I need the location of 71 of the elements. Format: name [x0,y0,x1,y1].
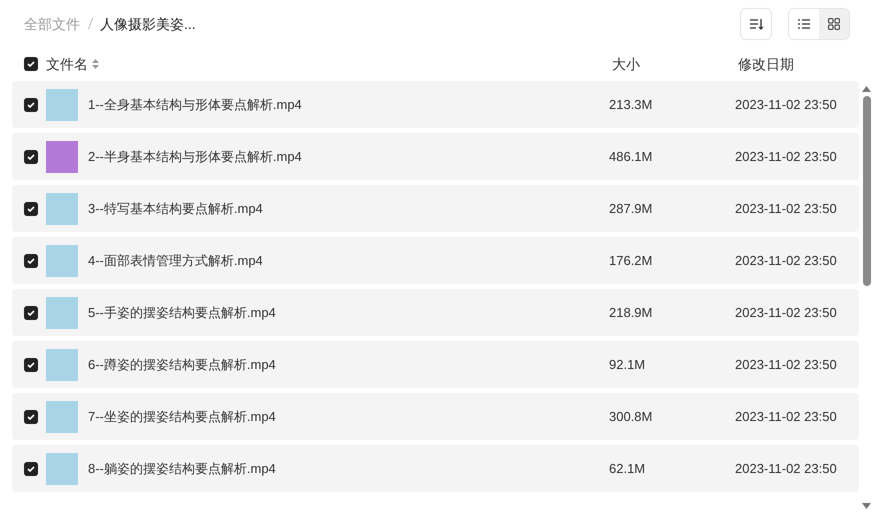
modified-date: 2023-11-02 23:50 [735,252,838,270]
file-name[interactable]: 8--躺姿的摆姿结构要点解析.mp4 [88,458,609,478]
file-name[interactable]: 5--手姿的摆姿结构要点解析.mp4 [88,302,609,322]
file-size: 92.1M [609,356,646,374]
checkmark-icon [27,204,35,212]
checkbox[interactable] [24,57,38,71]
column-header[interactable]: 文件名 [46,54,99,74]
modified-date: 2023-11-02 23:50 [735,356,838,374]
file-row[interactable]: 8--躺姿的摆姿结构要点解析.mp4 62.1M 2023-11-02 23:50 [12,445,859,492]
video-thumbnail-placeholder [46,348,78,380]
file-row[interactable]: 1--全身基本结构与形体要点解析.mp4 213.3M 2023-11-02 23:50 [12,81,859,128]
file-size: 218.9M [609,304,654,322]
file-size: 176.2M [609,252,654,270]
file-name[interactable]: 2--半身基本结构与形体要点解析.mp4 [88,146,609,166]
modified-date: 2023-11-02 23:50 [735,304,838,322]
video-thumbnail-placeholder [46,192,78,224]
column-header: 修改日期 [738,54,795,74]
file-name[interactable]: 3--特写基本结构要点解析.mp4 [88,198,609,218]
file-row[interactable]: 4--面部表情管理方式解析.mp4 176.2M 2023-11-02 23:50 [12,237,859,284]
modified-date: 2023-11-02 23:50 [735,460,838,478]
scroll-down-icon[interactable] [862,503,871,509]
video-thumbnail-placeholder [46,400,78,432]
file-size: 486.1M [609,148,654,166]
file-row[interactable]: 7--坐姿的摆姿结构要点解析.mp4 300.8M 2023-11-02 23:50 [12,393,859,440]
file-size: 300.8M [609,408,654,426]
list-icon [798,19,810,29]
checkmark-icon [27,60,35,68]
file-name[interactable]: 1--全身基本结构与形体要点解析.mp4 [88,94,609,114]
file-size: 62.1M [609,460,646,478]
video-thumbnail-placeholder [46,140,78,172]
video-thumbnail-placeholder [46,88,78,120]
checkbox[interactable] [24,202,38,216]
file-row[interactable]: 3--特写基本结构要点解析.mp4 287.9M 2023-11-02 23:50 [12,185,859,232]
sort-icon [749,18,763,30]
file-size: 213.3M [609,96,654,114]
checkmark-icon [27,464,35,472]
breadcrumb-link[interactable]: 人像摄影美姿... [100,14,196,34]
checkbox[interactable] [24,306,38,320]
checkmark-icon [27,360,35,368]
file-row[interactable]: 2--半身基本结构与形体要点解析.mp4 486.1M 2023-11-02 23:50 [12,133,859,180]
scrollbar-thumb[interactable] [862,96,870,286]
video-thumbnail-placeholder [46,452,78,484]
checkmark-icon [27,152,35,160]
file-name[interactable]: 4--面部表情管理方式解析.mp4 [88,250,609,270]
video-thumbnail-placeholder [46,244,78,276]
checkbox[interactable] [24,410,38,424]
checkbox[interactable] [24,358,38,372]
file-size: 287.9M [609,200,654,218]
grid-icon [828,18,840,30]
checkbox[interactable] [24,254,38,268]
checkbox[interactable] [24,462,38,476]
sort-button[interactable] [740,8,772,40]
checkbox[interactable] [24,98,38,112]
video-thumbnail-placeholder [46,296,78,328]
checkmark-icon [27,412,35,420]
sort-arrows-icon [92,59,99,69]
column-header: 大小 [612,54,641,74]
file-name[interactable]: 6--蹲姿的摆姿结构要点解析.mp4 [88,354,609,374]
checkbox[interactable] [24,150,38,164]
view-button[interactable] [819,9,849,39]
modified-date: 2023-11-02 23:50 [735,148,838,166]
checkmark-icon [27,308,35,316]
scroll-up-icon[interactable] [862,86,871,92]
modified-date: 2023-11-02 23:50 [735,200,838,218]
file-name[interactable]: 7--坐姿的摆姿结构要点解析.mp4 [88,406,609,426]
file-row[interactable]: 6--蹲姿的摆姿结构要点解析.mp4 92.1M 2023-11-02 23:50 [12,341,859,388]
modified-date: 2023-11-02 23:50 [735,96,838,114]
checkmark-icon [27,100,35,108]
modified-date: 2023-11-02 23:50 [735,408,838,426]
checkmark-icon [27,256,35,264]
file-row[interactable]: 5--手姿的摆姿结构要点解析.mp4 218.9M 2023-11-02 23:50 [12,289,859,336]
